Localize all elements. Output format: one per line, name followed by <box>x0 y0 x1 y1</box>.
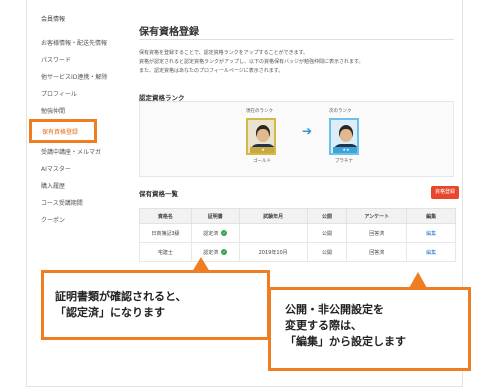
sidebar-item-service-link[interactable]: 他サービスID連携・解除 <box>41 72 107 81</box>
sidebar-item-study-mates[interactable]: 勉強仲間 <box>41 106 65 115</box>
survey-status: 回答済 <box>346 242 408 262</box>
sidebar-item-courses[interactable]: 受講中講座・メルマガ <box>41 147 101 156</box>
callout-text: 変更する際は、 <box>285 319 362 332</box>
description-line: 資格が認定されると認定資格ランクがアップし、以下の資格保有バッジが勉強仲間に表示… <box>139 59 364 65</box>
exam-date <box>238 223 308 243</box>
callout-text: 公開・非公開設定を <box>285 303 384 316</box>
edit-link[interactable]: 編集 <box>426 231 436 237</box>
col-edit: 編集 <box>406 208 456 224</box>
current-rank-name: ゴールド <box>253 159 271 164</box>
public-status: 公開 <box>306 223 348 243</box>
arrow-right-icon: ➔ <box>302 124 313 138</box>
qualification-list-heading: 保有資格一覧 <box>139 190 178 198</box>
callout-text: 証明書類が確認されると、 <box>55 290 187 303</box>
sidebar-item-course-period[interactable]: コース受講期間 <box>41 198 83 207</box>
rank-panel <box>139 101 454 177</box>
cert-status-label: 認定済 <box>203 249 219 256</box>
callout-certified: 証明書類が確認されると、 「認定済」になります <box>41 270 270 340</box>
survey-status: 回答済 <box>346 223 408 243</box>
sidebar-item-password[interactable]: パスワード <box>41 55 71 64</box>
callout-edit: 公開・非公開設定を 変更する際は、 「編集」から設定します <box>268 287 471 371</box>
cert-status: 認定済 ✓ <box>190 223 240 243</box>
check-icon: ✓ <box>221 230 228 236</box>
callout-text: 「認定済」になります <box>55 306 165 319</box>
next-rank-name: プラチナ <box>335 159 353 164</box>
qualification-name: 宅建士 <box>139 242 192 262</box>
cert-status-label: 認定済 <box>203 230 219 237</box>
edit-link[interactable]: 編集 <box>426 250 436 256</box>
sidebar-item-qualification[interactable]: 保有資格登録 <box>29 119 97 143</box>
add-qualification-button[interactable]: 資格登録 <box>431 186 459 199</box>
sidebar-item-profile[interactable]: プロフィール <box>41 89 77 98</box>
callout-text: 「編集」から設定します <box>285 335 406 348</box>
description-line: 保有資格を登録することで、認定資格ランクをアップすることができます。 <box>139 50 309 56</box>
platinum-badge-icon: ★★ <box>333 147 357 153</box>
qualification-name: 日商簿記3級 <box>139 223 192 243</box>
qualification-table: 資格名 証明書 試験年月 公開 アンケート 編集 日商簿記3級 認定済 ✓ 公開 … <box>139 208 456 262</box>
sidebar-item-customer-info[interactable]: お客様情報・配送先情報 <box>41 38 107 47</box>
next-rank-label: 次のランク <box>329 109 352 114</box>
current-rank-avatar: ★ <box>246 118 276 155</box>
current-rank-label: 現在のランク <box>246 109 273 114</box>
table-row: 宅建士 認定済 ✓ 2019年10月 公開 回答済 編集 <box>139 242 456 262</box>
col-name: 資格名 <box>139 208 192 224</box>
title-divider <box>139 39 454 40</box>
callout-pointer <box>409 272 427 288</box>
public-status: 公開 <box>306 242 348 262</box>
sidebar-item-ai-master[interactable]: AIマスター <box>41 164 71 173</box>
table-row: 日商簿記3級 認定済 ✓ 公開 回答済 編集 <box>139 223 456 243</box>
sidebar-title: 会員情報 <box>41 16 66 23</box>
description-line: また、認定資格はあなたのプロフィールページに表示されます。 <box>139 68 284 74</box>
sidebar-item-label: 保有資格登録 <box>42 128 79 136</box>
next-rank-avatar: ★★ <box>329 118 359 155</box>
gold-badge-icon: ★ <box>250 147 274 153</box>
col-survey: アンケート <box>346 208 408 224</box>
col-public: 公開 <box>306 208 348 224</box>
exam-date: 2019年10月 <box>238 242 308 262</box>
col-cert: 証明書 <box>190 208 240 224</box>
check-icon: ✓ <box>221 249 228 255</box>
sidebar-item-purchase-history[interactable]: 購入履歴 <box>41 181 65 190</box>
page-title: 保有資格登録 <box>139 27 199 38</box>
table-header-row: 資格名 証明書 試験年月 公開 アンケート 編集 <box>139 208 456 224</box>
sidebar-item-coupon[interactable]: クーポン <box>41 215 65 224</box>
col-date: 試験年月 <box>238 208 308 224</box>
